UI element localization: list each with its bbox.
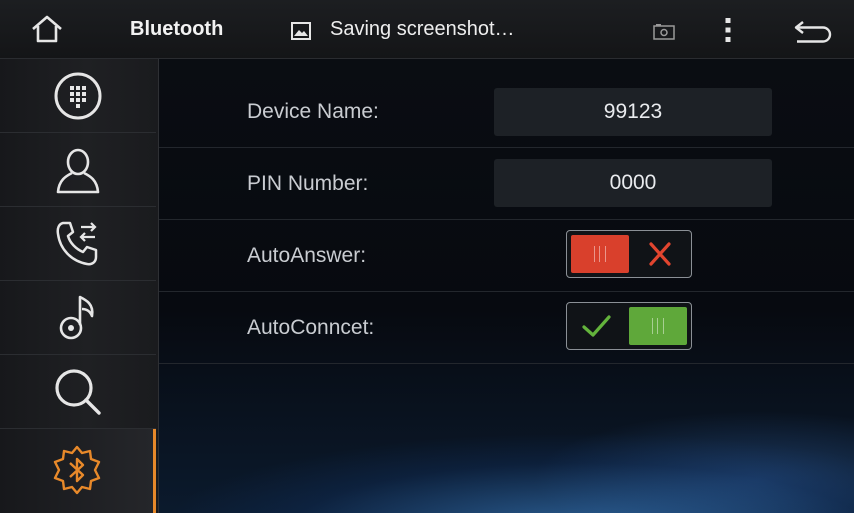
toggle-knob bbox=[571, 235, 629, 273]
phone-transfer-icon bbox=[56, 221, 98, 265]
pin-number-label: PIN Number: bbox=[247, 172, 369, 195]
sidebar-item-search[interactable] bbox=[0, 355, 156, 429]
auto-answer-toggle[interactable] bbox=[566, 230, 692, 278]
auto-connect-row: AutoConncet: bbox=[159, 292, 854, 364]
dialpad-icon bbox=[54, 72, 102, 119]
sidebar-item-bluetooth-settings[interactable] bbox=[0, 429, 156, 513]
bluetooth-settings-screen: Bluetooth Saving screenshot… Device Name… bbox=[0, 0, 854, 513]
check-icon bbox=[582, 315, 611, 337]
device-name-label: Device Name: bbox=[247, 100, 379, 123]
auto-answer-label: AutoAnswer: bbox=[247, 244, 367, 267]
sidebar bbox=[0, 59, 159, 513]
sidebar-item-call-log[interactable] bbox=[0, 207, 156, 281]
auto-answer-row: AutoAnswer: bbox=[159, 220, 854, 292]
pin-number-field[interactable]: 0000 bbox=[494, 159, 772, 207]
search-icon bbox=[55, 368, 101, 415]
settings-panel: Device Name: 99123 PIN Number: 0000 Auto… bbox=[159, 59, 854, 513]
pin-number-row: PIN Number: 0000 bbox=[159, 148, 854, 220]
auto-connect-toggle[interactable] bbox=[566, 302, 692, 350]
overflow-menu-icon[interactable] bbox=[718, 17, 738, 43]
sidebar-item-contacts[interactable] bbox=[0, 133, 156, 207]
sidebar-item-dialpad[interactable] bbox=[0, 59, 156, 133]
bluetooth-gear-icon bbox=[53, 445, 100, 495]
sidebar-item-music[interactable] bbox=[0, 281, 156, 355]
image-icon bbox=[291, 22, 311, 40]
device-name-field[interactable]: 99123 bbox=[494, 88, 772, 136]
status-bar: Bluetooth Saving screenshot… bbox=[0, 0, 854, 59]
person-icon bbox=[56, 148, 100, 193]
auto-connect-label: AutoConncet: bbox=[247, 316, 375, 339]
toggle-knob bbox=[629, 307, 687, 345]
screenshot-icon bbox=[653, 24, 675, 40]
notification-text: Saving screenshot… bbox=[330, 18, 515, 40]
music-note-icon bbox=[59, 295, 94, 339]
device-name-row: Device Name: 99123 bbox=[159, 76, 854, 148]
home-icon[interactable] bbox=[30, 14, 64, 44]
back-icon[interactable] bbox=[793, 19, 833, 43]
close-icon bbox=[649, 242, 671, 266]
app-title: Bluetooth bbox=[130, 18, 224, 40]
